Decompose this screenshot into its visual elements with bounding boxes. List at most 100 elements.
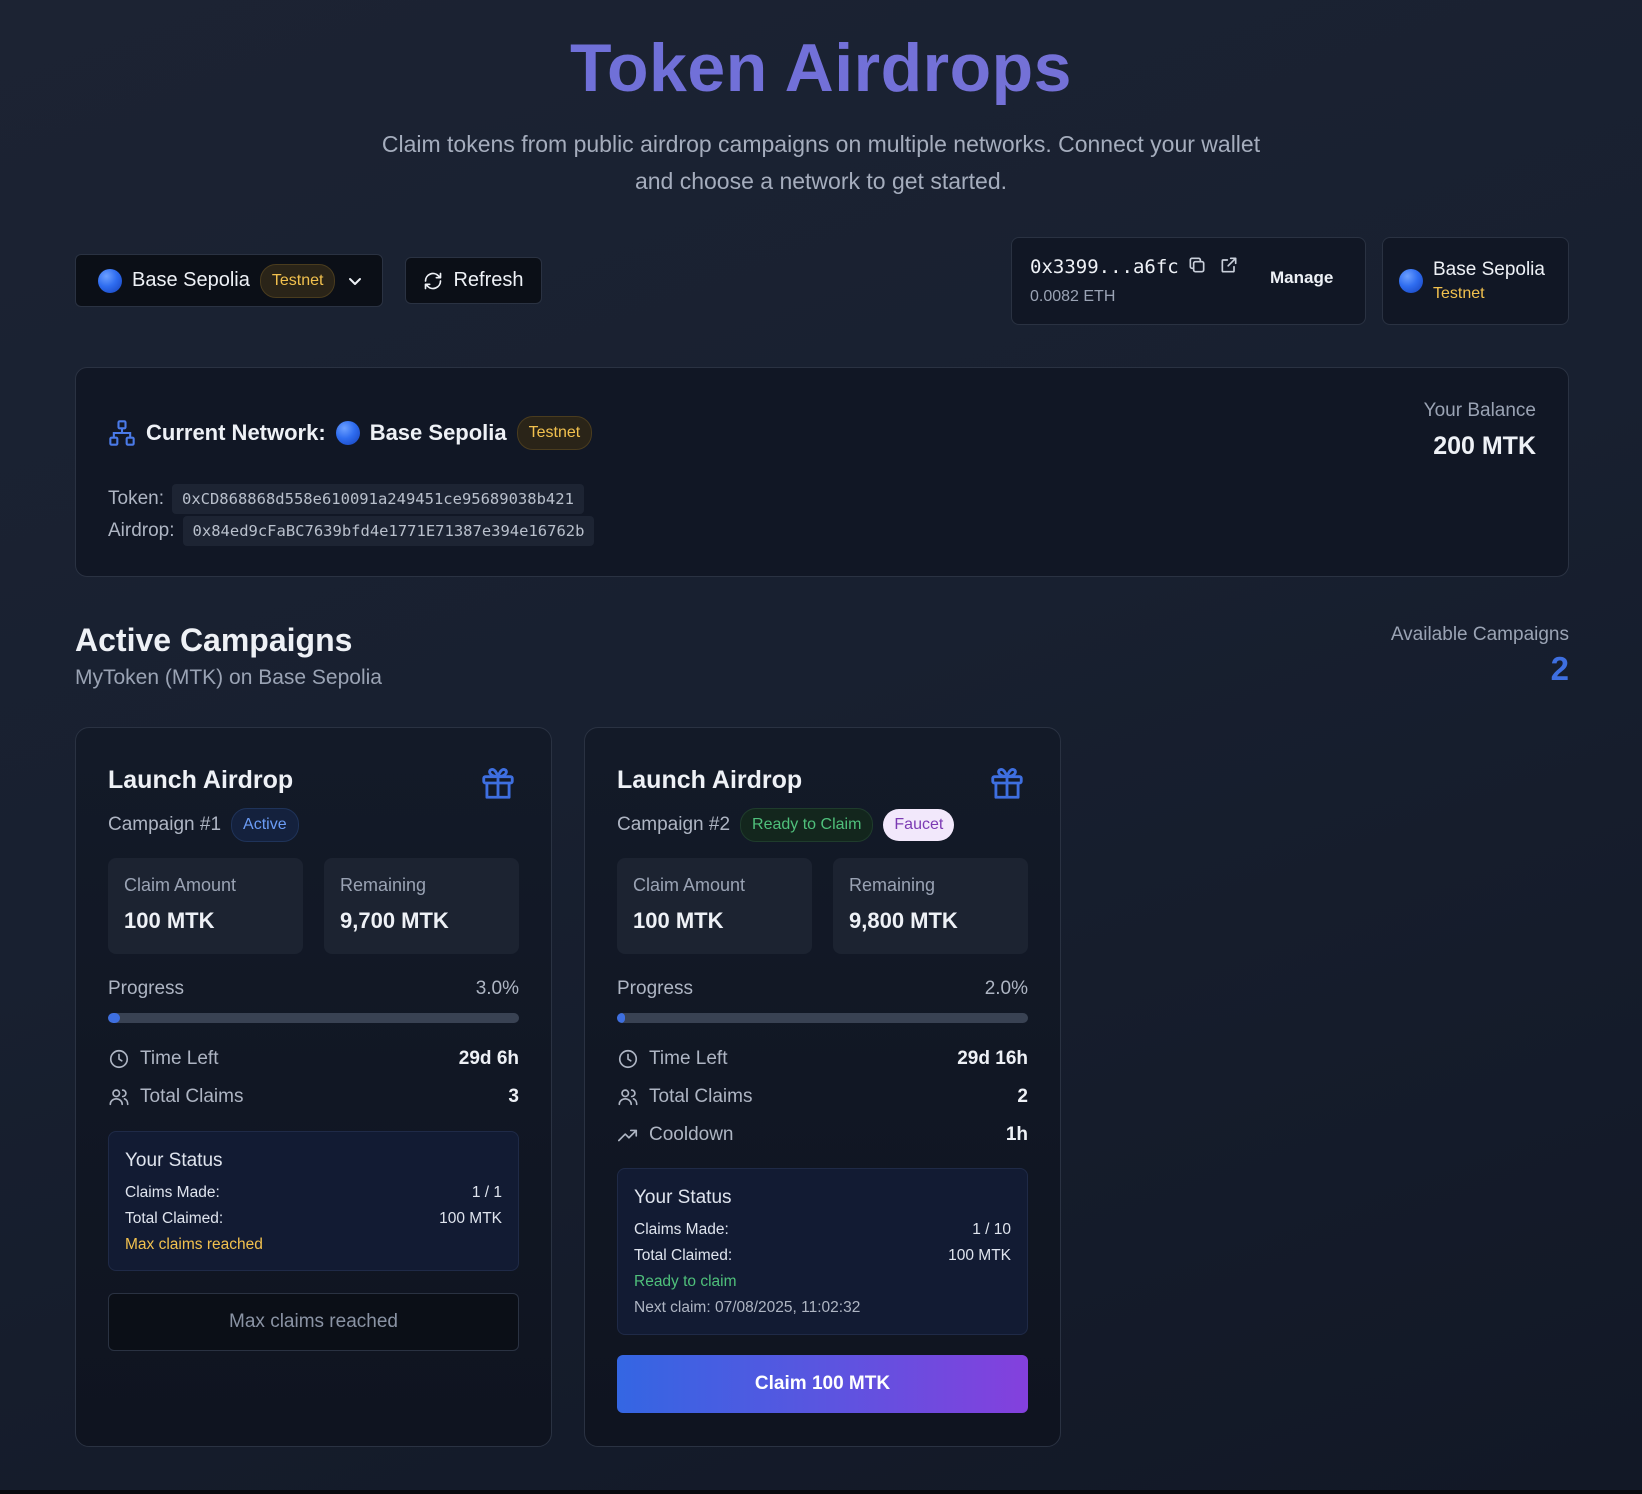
remaining-stat: Remaining 9,800 MTK xyxy=(833,858,1028,954)
total-claimed-label: Total Claimed: xyxy=(634,1247,733,1264)
claim-amount-label: Claim Amount xyxy=(124,875,237,895)
claims-made-label: Claims Made: xyxy=(634,1221,729,1238)
external-link-icon[interactable] xyxy=(1219,255,1239,275)
claim-button[interactable]: Claim 100 MTK xyxy=(617,1355,1028,1413)
copy-icon[interactable] xyxy=(1187,255,1207,275)
your-status-box: Your Status Claims Made: 1 / 1 Total Clai… xyxy=(108,1131,519,1271)
your-status-box: Your Status Claims Made: 1 / 10 Total Cla… xyxy=(617,1168,1028,1335)
time-left-value: 29d 6h xyxy=(458,1048,519,1069)
refresh-label: Refresh xyxy=(453,269,524,291)
cooldown-value: 1h xyxy=(1005,1124,1028,1145)
status-note: Ready to claim xyxy=(634,1273,737,1290)
campaign-id: Campaign #2 xyxy=(617,814,731,835)
refresh-button[interactable]: Refresh xyxy=(405,257,542,304)
refresh-icon xyxy=(425,272,442,289)
gift-icon xyxy=(991,768,1023,799)
total-claimed-value: 100 MTK xyxy=(439,1210,502,1227)
remaining-label: Remaining xyxy=(340,875,427,895)
remaining-label: Remaining xyxy=(849,875,936,895)
progress-fill xyxy=(108,1013,121,1023)
chevron-down-icon xyxy=(349,277,362,285)
campaign-title: Launch Airdrop xyxy=(617,766,803,794)
balance-label: Your Balance xyxy=(1423,400,1536,421)
current-network-name: Base Sepolia xyxy=(369,420,507,445)
network-select-badge: Testnet xyxy=(259,263,336,298)
remaining-value: 9,800 MTK xyxy=(849,908,958,933)
airdrop-address-row: Airdrop: 0x84ed9cFaBC7639bfd4e1771E71387… xyxy=(108,516,595,546)
your-status-title: Your Status xyxy=(634,1187,732,1208)
token-address[interactable]: 0xCD868868d558e610091a249451ce95689038b4… xyxy=(171,484,584,514)
remaining-stat: Remaining 9,700 MTK xyxy=(324,858,519,954)
campaign-title: Launch Airdrop xyxy=(108,766,294,794)
balance-block: Your Balance 200 MTK xyxy=(1424,400,1536,461)
token-address-row: Token: 0xCD868868d558e610091a249451ce956… xyxy=(108,484,584,514)
claims-made-value: 1 / 1 xyxy=(471,1184,502,1201)
status-badge: Active xyxy=(231,808,299,842)
progress-bar xyxy=(617,1013,1028,1023)
campaign-card: Launch Airdrop Campaign #2 Ready to Clai… xyxy=(584,727,1061,1447)
claim-amount-stat: Claim Amount 100 MTK xyxy=(108,858,303,954)
total-claimed-label: Total Claimed: xyxy=(125,1210,224,1227)
current-network-label: Current Network: xyxy=(146,420,326,445)
network-icon xyxy=(109,420,135,446)
progress-bar xyxy=(108,1013,519,1023)
campaigns-title: Active Campaigns xyxy=(75,622,353,658)
next-claim-time: Next claim: 07/08/2025, 11:02:32 xyxy=(634,1299,861,1316)
current-network-panel: Current Network: Base Sepolia Testnet To… xyxy=(75,367,1569,577)
clock-icon xyxy=(618,1049,638,1069)
users-icon xyxy=(109,1089,129,1106)
progress-label: Progress xyxy=(617,978,694,999)
total-claims-label: Total Claims xyxy=(140,1086,244,1107)
total-claims-value: 3 xyxy=(508,1086,519,1107)
time-left-value: 29d 16h xyxy=(957,1048,1028,1069)
status-note: Max claims reached xyxy=(125,1236,263,1253)
gift-icon xyxy=(482,768,514,799)
airdrop-label: Airdrop: xyxy=(108,520,175,541)
remaining-value: 9,700 MTK xyxy=(340,908,449,933)
available-campaigns-count: 2 xyxy=(1550,650,1569,687)
total-claims-label: Total Claims xyxy=(649,1086,753,1107)
claims-made-label: Claims Made: xyxy=(125,1184,220,1201)
wallet-balance: 0.0082 ETH xyxy=(1030,288,1116,305)
current-network-orb-icon xyxy=(335,421,360,445)
page-subtitle: Claim tokens from public airdrop campaig… xyxy=(381,131,1261,194)
wallet-panel: 0x3399...a6fc 0.0082 ETH Manage xyxy=(1011,237,1366,325)
time-left-label: Time Left xyxy=(140,1048,219,1069)
your-status-title: Your Status xyxy=(125,1150,223,1171)
clock-icon xyxy=(109,1049,129,1069)
claim-amount-stat: Claim Amount 100 MTK xyxy=(617,858,812,954)
cooldown-label: Cooldown xyxy=(649,1124,734,1145)
campaign-id: Campaign #1 xyxy=(108,814,222,835)
users-icon xyxy=(618,1089,638,1106)
total-claims-value: 2 xyxy=(1017,1086,1028,1107)
airdrop-address[interactable]: 0x84ed9cFaBC7639bfd4e1771E71387e394e1676… xyxy=(182,516,595,546)
token-label: Token: xyxy=(108,488,164,509)
available-campaigns-label: Available Campaigns xyxy=(1390,624,1569,645)
progress-percent: 3.0% xyxy=(475,978,519,999)
campaign-card: Launch Airdrop Campaign #1 Active Claim … xyxy=(75,727,552,1447)
time-left-label: Time Left xyxy=(649,1048,728,1069)
chain-name: Base Sepolia xyxy=(1433,259,1545,280)
network-orb-icon xyxy=(98,268,122,293)
wallet-address: 0x3399...a6fc xyxy=(1030,256,1179,278)
chain-orb-icon xyxy=(1399,269,1423,293)
claim-amount-label: Claim Amount xyxy=(633,875,746,895)
trending-up-icon xyxy=(618,1129,638,1142)
claim-amount-value: 100 MTK xyxy=(124,908,215,933)
faucet-badge: Faucet xyxy=(883,809,955,841)
available-campaigns: Available Campaigns 2 xyxy=(1391,624,1569,688)
manage-button[interactable]: Manage xyxy=(1270,268,1333,288)
page-header: Token Airdrops Claim tokens from public … xyxy=(0,30,1642,200)
claims-made-value: 1 / 10 xyxy=(972,1221,1011,1238)
claim-amount-value: 100 MTK xyxy=(633,908,724,933)
page-title: Token Airdrops xyxy=(0,30,1642,106)
current-network-badge: Testnet xyxy=(516,416,593,450)
status-badge: Ready to Claim xyxy=(740,808,874,842)
total-claimed-value: 100 MTK xyxy=(948,1247,1011,1264)
chain-type: Testnet xyxy=(1433,285,1485,302)
progress-percent: 2.0% xyxy=(984,978,1028,999)
network-select-name: Base Sepolia xyxy=(132,269,250,291)
max-claims-button[interactable]: Max claims reached xyxy=(108,1293,519,1351)
network-select[interactable]: Base Sepolia Testnet xyxy=(75,254,383,307)
chain-button[interactable]: Base Sepolia Testnet xyxy=(1382,237,1569,325)
